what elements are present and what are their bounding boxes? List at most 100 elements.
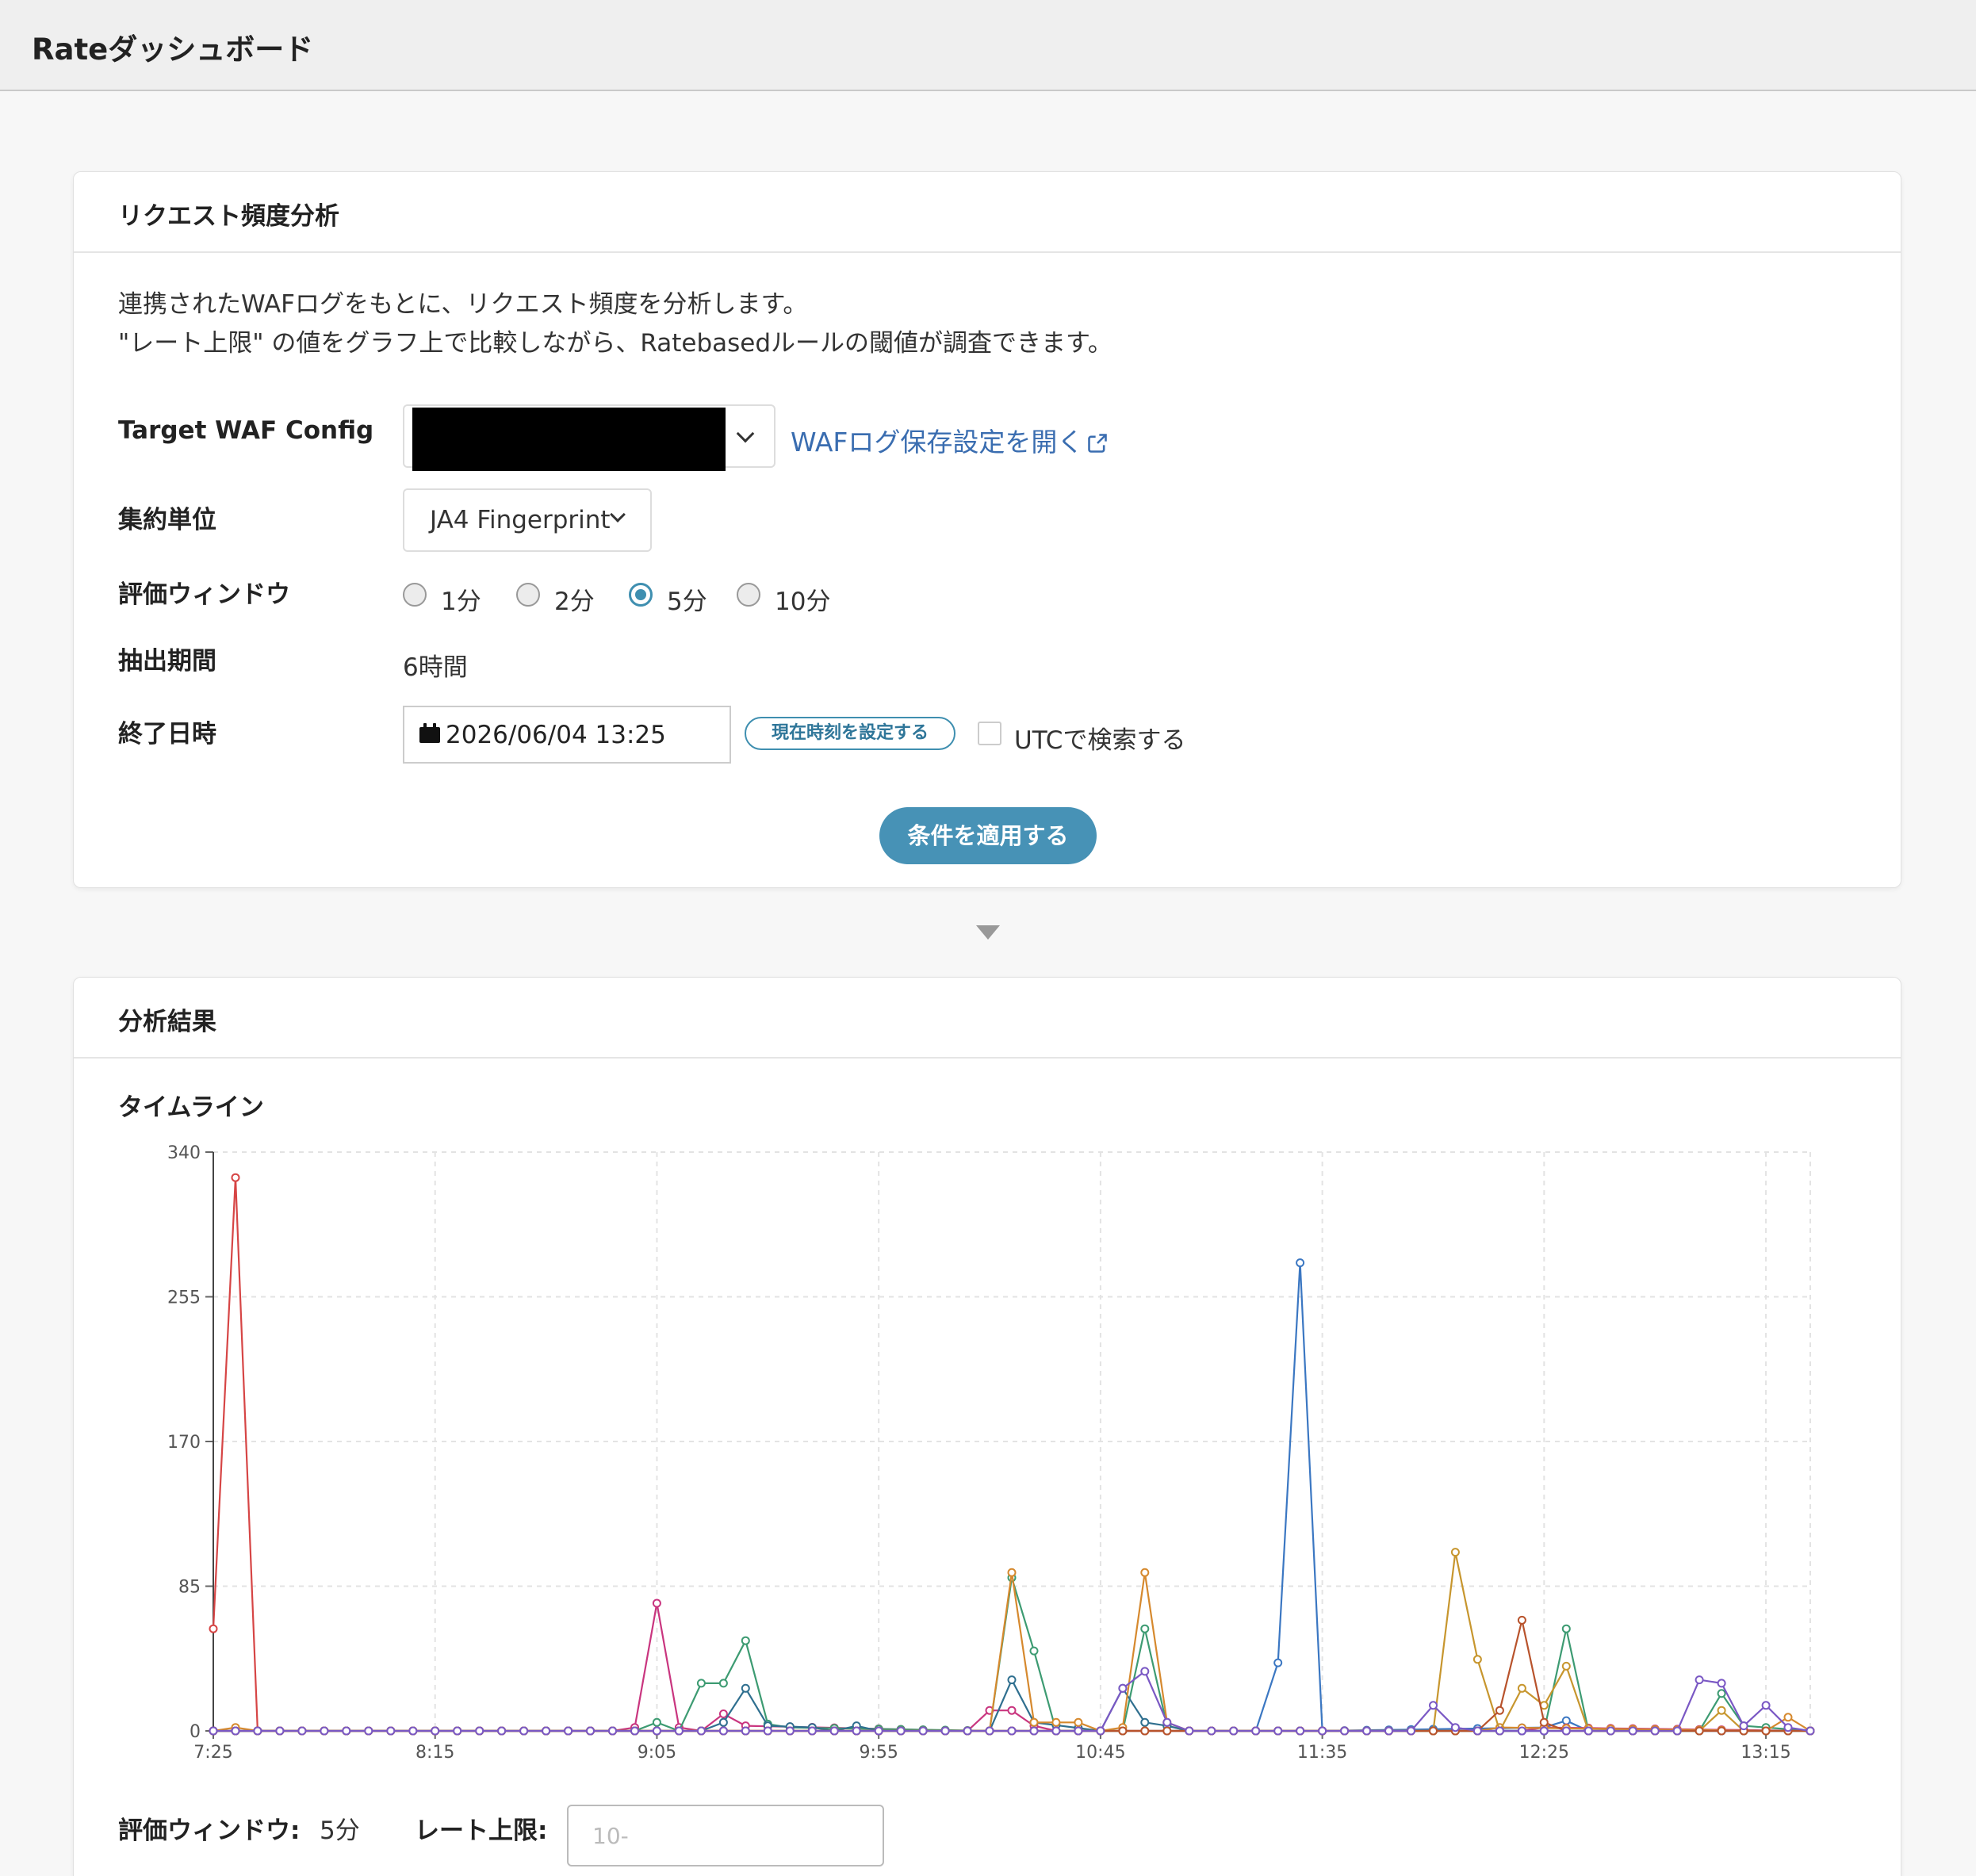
app-title: Rateダッシュボード	[32, 33, 314, 67]
data-point	[963, 1726, 972, 1736]
data-point	[918, 1726, 928, 1736]
data-point	[829, 1726, 839, 1736]
data-point	[1583, 1726, 1593, 1736]
data-point	[896, 1726, 906, 1736]
triangle-down-icon	[976, 925, 1000, 940]
data-point	[1384, 1726, 1393, 1736]
data-point	[1695, 1726, 1704, 1736]
data-point	[763, 1726, 772, 1736]
utc-search-label: UTCで検索する	[1014, 726, 1186, 755]
radio-circle[interactable]	[403, 583, 427, 607]
data-point	[1517, 1726, 1526, 1736]
y-tick-label: 0	[190, 1722, 201, 1742]
data-point	[1140, 1717, 1150, 1727]
data-point	[1096, 1726, 1105, 1736]
waf-log-settings-link-label: WAFログ保存設定を開く	[791, 427, 1084, 458]
data-point	[1007, 1706, 1017, 1715]
data-point	[1118, 1726, 1128, 1736]
data-point	[209, 1624, 218, 1633]
data-point	[718, 1717, 728, 1727]
data-point	[231, 1173, 240, 1182]
description-line-2: "レート上限" の値をグラフ上で比較しながら、Ratebasedルールの閾値が調…	[118, 329, 1112, 358]
data-point	[940, 1726, 950, 1736]
y-tick-label: 85	[178, 1578, 201, 1598]
x-tick-label: 9:05	[638, 1743, 676, 1763]
data-point	[1561, 1716, 1571, 1725]
data-point	[1539, 1726, 1549, 1736]
data-point	[1472, 1726, 1482, 1736]
data-point	[297, 1726, 307, 1736]
series-line	[213, 1262, 1810, 1732]
data-point	[807, 1726, 817, 1736]
data-point	[1561, 1726, 1571, 1736]
result-window-label: 評価ウィンドウ:	[118, 1817, 301, 1845]
aggregation-select[interactable]: JA4 Fingerprint	[403, 488, 652, 552]
data-point	[1783, 1713, 1793, 1722]
analysis-results-card: 分析結果 タイムライン 0 85 170 255 340 7:25 8:15 9:05 9:55…	[73, 977, 1901, 1876]
y-tick-label: 170	[167, 1433, 201, 1453]
data-point	[1561, 1661, 1571, 1671]
data-point	[674, 1726, 684, 1736]
data-point	[1450, 1548, 1460, 1557]
data-point	[1007, 1675, 1017, 1685]
utc-search-checkbox[interactable]	[978, 722, 1001, 745]
data-point	[852, 1726, 861, 1736]
data-point	[1429, 1701, 1438, 1710]
x-tick-label: 12:25	[1519, 1743, 1569, 1763]
radio-circle[interactable]	[516, 583, 540, 607]
data-point	[1251, 1726, 1261, 1736]
data-point	[342, 1726, 351, 1736]
data-point	[1650, 1726, 1660, 1736]
data-point	[231, 1726, 240, 1736]
data-point	[1450, 1723, 1460, 1732]
target-waf-config-label: Target WAF Config	[118, 416, 374, 445]
chevron-down-icon	[736, 424, 755, 443]
x-tick-label: 11:35	[1297, 1743, 1347, 1763]
radio-circle[interactable]	[737, 583, 760, 607]
external-link-icon	[1088, 434, 1108, 453]
result-window-value: 5分	[320, 1817, 360, 1845]
radio-circle-selected[interactable]	[629, 583, 653, 607]
data-point	[1296, 1726, 1305, 1736]
data-point	[453, 1726, 462, 1736]
request-analysis-title: リクエスト頻度分析	[118, 202, 339, 231]
end-datetime-value: 2026/06/04 13:25	[446, 721, 666, 749]
apply-conditions-button[interactable]: 条件を適用する	[879, 807, 1097, 864]
x-tick-label: 8:15	[415, 1743, 454, 1763]
app-header: Rateダッシュボード	[0, 0, 1976, 91]
data-point	[718, 1679, 728, 1688]
data-point	[1495, 1726, 1504, 1736]
data-point	[1029, 1717, 1039, 1727]
data-point	[1539, 1717, 1549, 1727]
rate-limit-input[interactable]	[567, 1805, 884, 1866]
data-point	[1672, 1726, 1682, 1736]
data-point	[497, 1726, 507, 1736]
timeline-chart: 0 85 170 255 340 7:25 8:15 9:05 9:55 10:45 11:35 12…	[167, 1143, 1815, 1763]
aggregation-label: 集約単位	[118, 506, 216, 534]
data-point	[1229, 1726, 1239, 1736]
request-analysis-header: リクエスト頻度分析	[74, 172, 1901, 253]
y-tick-label: 255	[167, 1288, 201, 1308]
data-point	[1806, 1726, 1815, 1736]
data-point	[696, 1679, 706, 1688]
data-point	[364, 1726, 373, 1736]
data-point	[1273, 1726, 1283, 1736]
data-point	[1517, 1683, 1526, 1693]
waf-log-settings-link[interactable]: WAFログ保存設定を開く	[791, 421, 1109, 459]
data-point	[741, 1636, 750, 1645]
target-waf-config-select[interactable]	[403, 404, 775, 471]
data-point	[718, 1726, 728, 1736]
data-point	[1717, 1726, 1726, 1736]
data-point	[652, 1726, 661, 1736]
data-point	[741, 1683, 750, 1693]
data-point	[1429, 1726, 1438, 1736]
x-tick-label: 7:25	[193, 1743, 232, 1763]
extraction-period-label: 抽出期間	[118, 647, 216, 676]
data-point	[386, 1726, 396, 1736]
data-point	[1074, 1726, 1083, 1736]
set-current-time-button[interactable]: 現在時刻を設定する	[745, 717, 955, 750]
data-point	[1628, 1726, 1637, 1736]
end-datetime-input[interactable]: 2026/06/04 13:25	[403, 706, 731, 764]
calendar-icon	[419, 723, 440, 743]
data-point	[1007, 1726, 1017, 1736]
